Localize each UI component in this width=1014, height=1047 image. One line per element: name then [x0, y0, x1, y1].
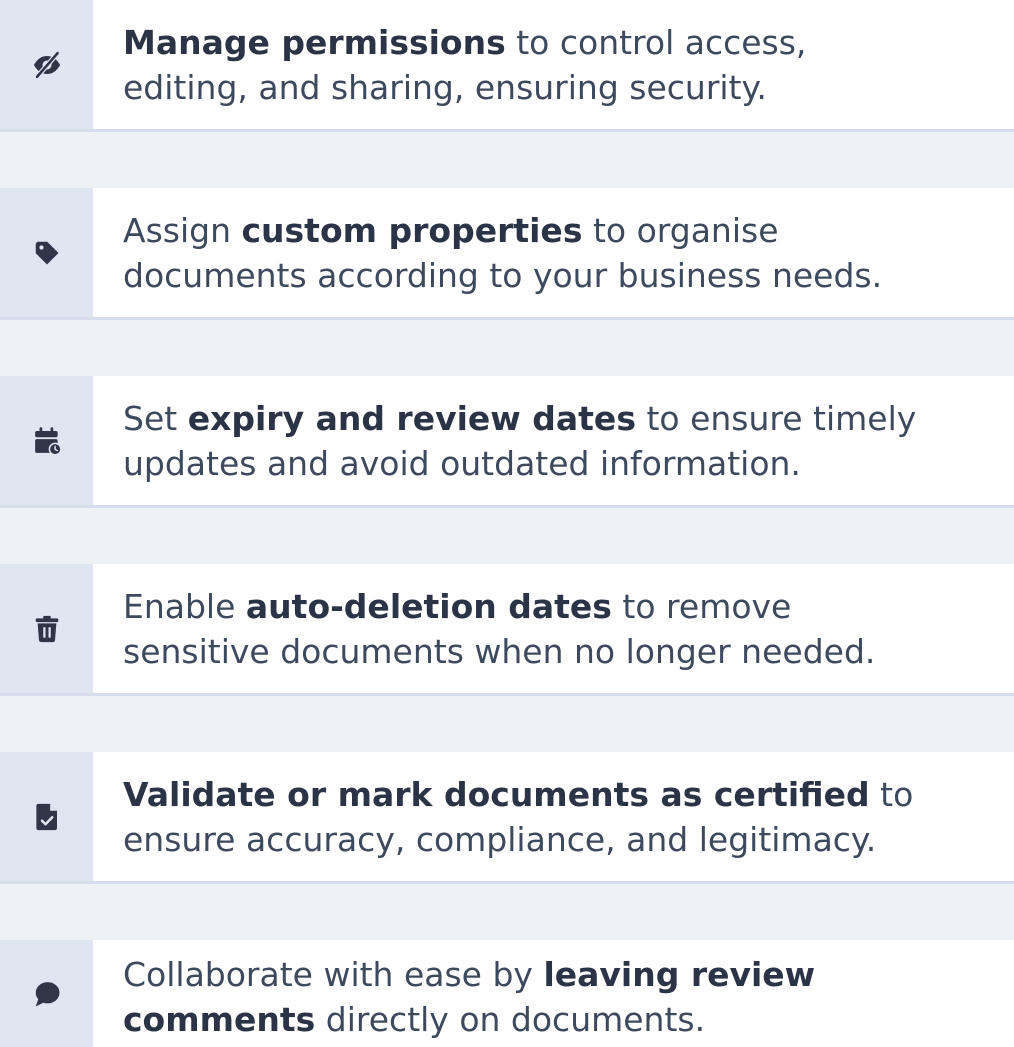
eye-slash-icon: [33, 50, 60, 79]
feature-list: Manage permissions to control access, ed…: [0, 0, 1014, 1047]
feature-row-certified: Validate or mark documents as certified …: [0, 752, 1014, 884]
feature-row-auto-deletion: Enable auto-deletion dates to remove sen…: [0, 564, 1014, 696]
text-regular: to ensure timely: [635, 398, 917, 438]
text-regular: sensitive documents when no longer neede…: [123, 631, 876, 671]
feature-icon-cell: [0, 752, 93, 881]
feature-icon-cell: [0, 376, 93, 505]
feature-line-1: Manage permissions to control access,: [123, 20, 806, 65]
feature-text-cell: Collaborate with ease by leaving review …: [93, 940, 1014, 1047]
feature-description: Collaborate with ease by leaving review …: [123, 952, 815, 1042]
text-regular: Collaborate with ease by: [123, 955, 544, 994]
feature-line-2: ensure accuracy, compliance, and legitim…: [123, 817, 913, 862]
text-regular: Set: [123, 398, 188, 438]
feature-description: Enable auto-deletion dates to remove sen…: [123, 584, 875, 674]
text-regular: Assign: [123, 210, 242, 250]
calendar-clock-icon: [34, 426, 62, 456]
feature-row-custom-properties: Assign custom properties to organise doc…: [0, 188, 1014, 320]
text-regular: to organise: [582, 210, 779, 250]
text-regular: editing, and sharing, ensuring security.: [123, 67, 767, 107]
feature-row-permissions: Manage permissions to control access, ed…: [0, 0, 1014, 132]
feature-line-2: documents according to your business nee…: [123, 253, 882, 298]
feature-text-cell: Enable auto-deletion dates to remove sen…: [93, 564, 1014, 693]
text-bold: comments: [123, 1000, 316, 1039]
text-regular: to control access,: [505, 22, 807, 62]
feature-description: Validate or mark documents as certified …: [123, 772, 913, 862]
feature-line-1: Collaborate with ease by leaving review: [123, 952, 815, 997]
feature-row-review-comments: Collaborate with ease by leaving review …: [0, 940, 1014, 1047]
text-bold: leaving review: [543, 955, 816, 994]
text-regular: Enable: [123, 586, 246, 626]
text-regular: directly on documents.: [315, 1000, 706, 1039]
feature-icon-cell: [0, 0, 93, 129]
feature-line-1: Assign custom properties to organise: [123, 208, 882, 253]
feature-text-cell: Validate or mark documents as certified …: [93, 752, 1014, 881]
feature-text-cell: Assign custom properties to organise doc…: [93, 188, 1014, 317]
feature-line-2: sensitive documents when no longer neede…: [123, 629, 875, 674]
text-bold: Manage permissions: [123, 22, 506, 62]
feature-description: Assign custom properties to organise doc…: [123, 208, 882, 298]
text-bold: custom properties: [241, 210, 583, 250]
text-regular: to remove: [611, 586, 792, 626]
feature-description: Set expiry and review dates to ensure ti…: [123, 396, 916, 486]
feature-line-2: editing, and sharing, ensuring security.: [123, 65, 806, 110]
text-regular: to: [869, 774, 914, 814]
feature-line-2: comments directly on documents.: [123, 997, 815, 1042]
text-regular: updates and avoid outdated information.: [123, 443, 801, 483]
feature-icon-cell: [0, 940, 93, 1047]
feature-icon-cell: [0, 188, 93, 317]
text-bold: expiry and review dates: [187, 398, 636, 438]
feature-row-expiry-dates: Set expiry and review dates to ensure ti…: [0, 376, 1014, 508]
feature-line-1: Validate or mark documents as certified …: [123, 772, 913, 817]
feature-description: Manage permissions to control access, ed…: [123, 20, 806, 110]
trash-icon: [35, 615, 58, 642]
text-regular: documents according to your business nee…: [123, 255, 883, 295]
comment-icon: [35, 981, 59, 1006]
tag-icon: [35, 241, 58, 264]
text-regular: ensure accuracy, compliance, and legitim…: [123, 819, 877, 859]
text-bold: Validate or mark documents as certified: [123, 774, 870, 814]
feature-line-2: updates and avoid outdated information.: [123, 441, 916, 486]
feature-text-cell: Set expiry and review dates to ensure ti…: [93, 376, 1014, 505]
feature-text-cell: Manage permissions to control access, ed…: [93, 0, 1014, 129]
text-bold: auto-deletion dates: [245, 586, 612, 626]
file-check-icon: [35, 803, 57, 830]
feature-icon-cell: [0, 564, 93, 693]
feature-line-1: Enable auto-deletion dates to remove: [123, 584, 875, 629]
feature-line-1: Set expiry and review dates to ensure ti…: [123, 396, 916, 441]
